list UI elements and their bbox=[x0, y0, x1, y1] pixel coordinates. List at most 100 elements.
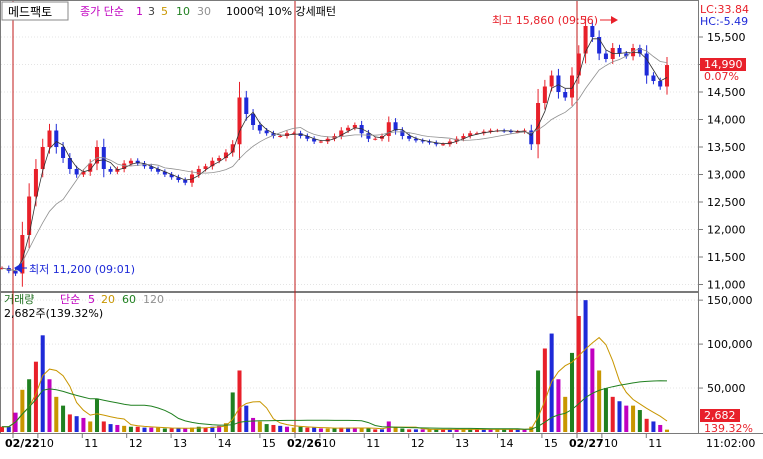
volume-title: 거래량 bbox=[4, 293, 34, 306]
low-annotation: 최저 11,200 (09:01) bbox=[29, 263, 135, 276]
date-tick-label: 02/26 bbox=[287, 437, 322, 450]
volume-bar bbox=[278, 425, 283, 432]
candle-body bbox=[576, 53, 581, 76]
candle-body bbox=[651, 75, 656, 81]
volume-bar bbox=[94, 398, 100, 432]
hour-tick-label: 12 bbox=[411, 437, 425, 450]
volume-bar bbox=[366, 428, 371, 432]
volume-bar bbox=[664, 429, 670, 432]
candle-body bbox=[257, 125, 262, 131]
volume-bar bbox=[576, 315, 581, 432]
price-tick-label: 15,500 bbox=[707, 31, 746, 44]
volume-bar bbox=[359, 428, 364, 432]
volume-bar bbox=[40, 335, 45, 432]
candle-body bbox=[658, 81, 663, 87]
volume-bar bbox=[617, 401, 622, 432]
ma-period-1: 1 bbox=[136, 5, 143, 18]
ma-type-label: 종가 단순 bbox=[80, 5, 124, 18]
volume-bar bbox=[542, 348, 547, 432]
volume-bar bbox=[583, 300, 588, 432]
volume-bar bbox=[610, 396, 615, 432]
chart-canvas[interactable]: 15,50015,00014,50014,00013,50013,00012,5… bbox=[0, 0, 763, 455]
hour-tick-label: 15 bbox=[262, 437, 276, 450]
candle-body bbox=[251, 114, 256, 125]
ma-period-3: 3 bbox=[148, 5, 155, 18]
volume-bar bbox=[0, 426, 5, 432]
price-tick-label: 11,000 bbox=[707, 279, 746, 292]
volume-bar bbox=[88, 421, 93, 432]
volume-bar bbox=[536, 370, 541, 432]
volume-bar bbox=[230, 392, 235, 432]
candle-body bbox=[244, 97, 249, 114]
volume-bar bbox=[61, 405, 66, 432]
volume-bar bbox=[284, 426, 290, 432]
stock-name[interactable]: 메드팩토 bbox=[8, 5, 52, 19]
candle-body bbox=[407, 136, 412, 139]
candle-body bbox=[569, 75, 575, 98]
volume-bar bbox=[264, 424, 269, 432]
volume-bar bbox=[624, 405, 629, 432]
volume-bar bbox=[556, 379, 561, 432]
volume-bar bbox=[400, 428, 405, 432]
candle-body bbox=[183, 180, 188, 183]
hour-tick-label: 12 bbox=[129, 437, 143, 450]
volume-bar bbox=[420, 429, 425, 432]
hour-tick-label: 11 bbox=[84, 437, 98, 450]
time-axis-label: 11:02:00 bbox=[706, 437, 755, 450]
hour-tick-label: 11 bbox=[366, 437, 380, 450]
price-tick-label: 13,000 bbox=[707, 169, 746, 182]
volume-bar bbox=[637, 410, 642, 432]
volume-bar bbox=[563, 396, 568, 432]
volume-bar bbox=[67, 414, 72, 432]
volume-bar bbox=[183, 428, 188, 432]
high-annotation: 최고 15,860 (09:56) bbox=[492, 14, 598, 27]
volume-bar bbox=[128, 426, 133, 432]
volume-bar bbox=[156, 427, 161, 432]
volume-ma-type: 단순 bbox=[60, 293, 80, 306]
volume-bar bbox=[257, 421, 262, 432]
volume-bar bbox=[74, 416, 79, 432]
volume-bar bbox=[298, 426, 303, 432]
ma-period-5: 5 bbox=[161, 5, 168, 18]
volume-bar bbox=[47, 379, 52, 432]
candle-body bbox=[108, 169, 113, 172]
hour-tick-label: 10 bbox=[322, 437, 336, 450]
volume-bar bbox=[176, 428, 181, 432]
volume-bar bbox=[81, 417, 86, 432]
candle-body bbox=[563, 92, 568, 98]
candle-body bbox=[278, 136, 283, 137]
price-pane-frame bbox=[0, 0, 699, 292]
volume-change: 139.32% bbox=[704, 422, 753, 435]
candle-body bbox=[264, 130, 269, 134]
price-tick-label: 11,500 bbox=[707, 251, 746, 264]
volume-bar bbox=[251, 417, 256, 432]
volume-bar bbox=[169, 428, 174, 432]
ma-period-10: 10 bbox=[176, 5, 190, 18]
candle-body bbox=[617, 48, 622, 54]
candle-body bbox=[400, 130, 405, 136]
hour-tick-label: 15 bbox=[544, 437, 558, 450]
current-change: 0.07% bbox=[704, 70, 739, 83]
volume-bar bbox=[20, 389, 25, 432]
volume-bar bbox=[603, 388, 608, 432]
volume-bar bbox=[101, 421, 106, 432]
volume-bar bbox=[644, 418, 649, 432]
candle-body bbox=[603, 53, 608, 59]
current-volume: 2,682 bbox=[704, 409, 736, 422]
ma-period-30: 30 bbox=[197, 5, 211, 18]
candle-body bbox=[346, 127, 351, 131]
hour-tick-label: 14 bbox=[218, 437, 232, 450]
volume-bar bbox=[271, 424, 276, 432]
hour-tick-label: 10 bbox=[40, 437, 54, 450]
volume-current: 2,682주(139.32%) bbox=[4, 307, 103, 320]
candle-body bbox=[644, 53, 649, 76]
hour-tick-label: 14 bbox=[500, 437, 514, 450]
volume-bar bbox=[6, 426, 11, 432]
price-tick-label: 13,500 bbox=[707, 141, 746, 154]
candle-body bbox=[47, 130, 52, 147]
volume-bar bbox=[569, 352, 575, 432]
candle-body bbox=[237, 97, 242, 145]
candle-body bbox=[352, 125, 357, 128]
stock-chart-window: 15,50015,00014,50014,00013,50013,00012,5… bbox=[0, 0, 763, 455]
candle-body bbox=[196, 169, 201, 175]
